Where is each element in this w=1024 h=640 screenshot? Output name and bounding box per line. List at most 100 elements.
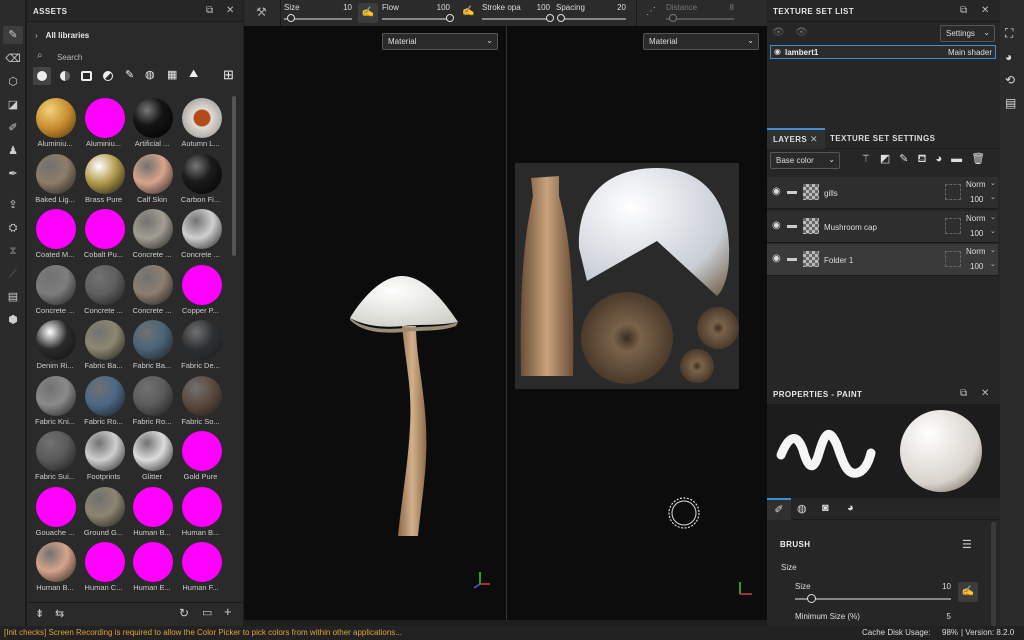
material-thumbnail[interactable]: Concrete ... (80, 264, 128, 321)
material-thumbnail[interactable]: Fabric So... (177, 375, 225, 432)
add-smart-material-icon[interactable]: ◕ (936, 153, 952, 165)
material-thumbnail[interactable]: Fabric Sui... (31, 431, 79, 487)
flow-slider-knob[interactable] (446, 14, 454, 22)
spacing-slider-track[interactable] (558, 18, 626, 20)
textures-filter-icon[interactable]: ⛰ (189, 68, 198, 81)
smudge-tool-icon[interactable]: ✐ (3, 119, 23, 137)
material-thumbnail[interactable]: Carbon Fi... (177, 153, 225, 210)
layer-opacity[interactable]: 100 (970, 229, 983, 238)
add-fill-layer-icon[interactable]: ⛾ (918, 153, 936, 165)
channel-dropdown[interactable]: Base color ⌄ (770, 152, 840, 169)
distance-slider-knob[interactable] (668, 14, 677, 22)
add-icon[interactable]: + (224, 604, 232, 619)
stencil-tab-icon[interactable]: ◙ (822, 502, 829, 514)
material-thumbnail[interactable]: Fabric Ro... (128, 375, 176, 432)
pen-pressure-icon[interactable]: ✍ (958, 582, 978, 602)
2d-uv-viewport[interactable]: Material ⌄ (507, 26, 767, 620)
layer-opacity[interactable]: 100 (970, 195, 983, 204)
material-thumbnail[interactable]: Human B... (128, 486, 176, 543)
export-icon[interactable]: ⇪ (3, 196, 23, 214)
material-thumbnail[interactable]: Gold Pure (177, 431, 225, 487)
spacing-slider-knob[interactable] (557, 14, 566, 22)
paint-brush-tool-icon[interactable]: ✎ (3, 26, 23, 44)
cube-icon[interactable]: ⬢ (3, 311, 23, 329)
float-panel-icon[interactable]: ⧉ (960, 388, 968, 399)
material-thumbnail[interactable]: Fabric Ba... (128, 320, 176, 376)
material-thumbnail[interactable]: Human B... (31, 542, 79, 596)
flow-slider-track[interactable] (382, 18, 450, 20)
material-thumbnail[interactable]: Autumn L... (177, 98, 225, 154)
add-folder-icon[interactable]: ▬ (951, 153, 971, 165)
delete-layer-icon[interactable]: 🗑 (971, 153, 994, 165)
smart-masks-filter-icon[interactable] (81, 71, 92, 81)
visibility-icon[interactable]: 👁 (772, 27, 785, 38)
display-settings-icon[interactable]: ◕ (1005, 50, 1012, 64)
search-field[interactable]: ⌕ Search (35, 50, 235, 64)
blend-mode-dropdown[interactable]: Norm (966, 180, 986, 189)
stroke-opacity-slider-track[interactable] (482, 18, 550, 20)
color-picker-icon[interactable]: ✒ (3, 165, 23, 183)
material-thumbnail[interactable]: Fabric Ro... (80, 375, 128, 432)
close-icon[interactable]: ✕ (981, 5, 990, 16)
material-thumbnail[interactable]: Glitter (128, 431, 176, 487)
prop-size-slider-track[interactable] (795, 598, 951, 600)
polygon-fill-tool-icon[interactable]: ◪ (3, 96, 23, 114)
material-thumbnail[interactable]: Footprints (80, 431, 128, 487)
min-size-value[interactable]: 5 (927, 612, 951, 621)
material-thumbnail[interactable]: Baked Lig... (31, 153, 79, 210)
float-panel-icon[interactable]: ⧉ (960, 5, 968, 16)
materials-filter-icon[interactable] (37, 71, 47, 81)
distance-value[interactable]: 8 (714, 3, 734, 12)
layer-row[interactable]: ◉ ▬ Mushroom cap Norm ⌄ 100 ⌄ (767, 210, 998, 243)
texture-settings-dropdown[interactable]: Settings ⌄ (940, 25, 995, 42)
projection-tool-icon[interactable]: ⬡ (3, 73, 23, 91)
asset-scrollbar[interactable] (232, 96, 236, 256)
flow-pressure-icon[interactable]: ✍ (462, 6, 474, 17)
brush-preset-icon[interactable]: ⚒ (256, 5, 267, 19)
material-thumbnail[interactable]: Concrete ... (128, 264, 176, 321)
document-icon[interactable]: ▤ (3, 288, 23, 306)
material-thumbnail[interactable]: Artificial ... (128, 98, 176, 154)
folder-icon[interactable]: ▭ (202, 606, 212, 619)
add-effect-icon[interactable]: ⚚ (861, 153, 880, 165)
material-thumbnail[interactable]: Human B... (177, 486, 225, 543)
material-thumbnail[interactable]: Denim Ri... (31, 320, 79, 376)
flow-value[interactable]: 100 (424, 3, 450, 12)
brush-menu-icon[interactable]: ☰ (962, 538, 972, 551)
log-icon[interactable]: ▤ (1005, 96, 1016, 110)
smart-materials-filter-icon[interactable] (60, 71, 70, 81)
size-slider-knob[interactable] (286, 14, 295, 22)
layer-mask-slot[interactable] (945, 217, 961, 234)
grunges-filter-icon[interactable]: ▦ (167, 68, 177, 81)
pen-pressure-icon[interactable]: ✍ (358, 3, 378, 23)
close-icon[interactable]: ✕ (226, 5, 235, 16)
material-thumbnail[interactable]: Gouache ... (31, 486, 79, 543)
material-thumbnail[interactable]: Calf Skin (128, 153, 176, 210)
history-icon[interactable]: ⟲ (1005, 73, 1015, 87)
material-thumbnail[interactable]: Concrete ... (128, 209, 176, 265)
layer-row[interactable]: ◉ ▬ gills Norm ⌄ 100 ⌄ (767, 177, 998, 209)
texture-set-item[interactable]: ◉ lambert1 Main shader (770, 45, 996, 59)
layer-row[interactable]: ◉ ▬ Folder 1 Norm ⌄ 100 ⌄ (767, 244, 998, 276)
clone-tool-icon[interactable]: ♟ (3, 142, 23, 160)
eye-icon[interactable]: ◉ (772, 186, 781, 197)
material-thumbnail[interactable]: Coated M... (31, 209, 79, 265)
import-icon[interactable]: ⇟ (35, 607, 44, 620)
add-mask-icon[interactable]: ◩ (880, 153, 899, 165)
tab-layers[interactable]: LAYERS ✕ (767, 128, 825, 149)
brushes-filter-icon[interactable]: ✎ (125, 68, 134, 81)
material-thumbnail[interactable]: Human F... (177, 542, 225, 596)
blend-mode-dropdown[interactable]: Norm (966, 214, 986, 223)
add-paint-layer-icon[interactable]: ✎ (899, 153, 917, 165)
tab-texture-set-settings[interactable]: TEXTURE SET SETTINGS (830, 134, 935, 143)
refresh-icon[interactable]: ↻ (179, 606, 189, 620)
spacing-value[interactable]: 20 (606, 3, 626, 12)
layer-mask-slot[interactable] (945, 184, 961, 200)
material-thumbnail[interactable]: Brass Pure (80, 153, 128, 210)
lazy-mouse-icon[interactable]: ⋰ (646, 6, 656, 17)
alpha-tab-icon[interactable]: ◍ (797, 502, 807, 515)
material-thumbnail[interactable]: Ground G... (80, 486, 128, 543)
solo-visibility-icon[interactable]: 👁 (795, 27, 808, 38)
library-settings-icon[interactable]: ⇆ (55, 607, 64, 620)
eye-icon[interactable]: ◉ (772, 220, 781, 231)
